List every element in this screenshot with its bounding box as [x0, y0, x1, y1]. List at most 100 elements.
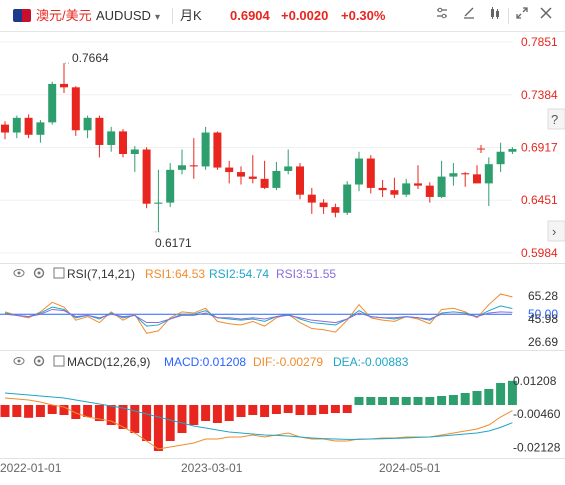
macd-bar — [83, 405, 93, 417]
svg-text:›: › — [552, 224, 556, 239]
macd-tick-label: -0.00460 — [513, 407, 561, 421]
candle-body — [473, 174, 481, 184]
macd-tick-label: -0.02128 — [513, 441, 561, 455]
candle-body — [189, 165, 198, 167]
candle-body — [95, 117, 104, 145]
macd-bar — [130, 405, 140, 433]
price-tick-label: 0.7384 — [521, 88, 558, 102]
macd-tick-label: 0.01208 — [513, 374, 557, 388]
eye-icon[interactable] — [13, 269, 25, 277]
candle-body — [343, 184, 352, 213]
macd-bar — [319, 405, 329, 414]
macd-bar — [47, 405, 57, 414]
macd-bar — [389, 397, 399, 405]
candle-body — [48, 83, 57, 123]
candle-body — [496, 151, 505, 165]
macd-bar — [24, 405, 34, 418]
macd-bar — [295, 405, 305, 415]
x-axis-label: 2022-01-01 — [0, 461, 62, 475]
chart-canvas: 65.2850.0045.9826.69 0.01208-0.00460-0.0… — [0, 35, 565, 475]
candle-body — [272, 170, 281, 188]
macd-bar — [236, 405, 246, 417]
settings-icon[interactable] — [33, 355, 45, 367]
grid-lines — [0, 41, 512, 254]
macd-bar — [437, 396, 447, 405]
settings-icon[interactable] — [33, 267, 45, 279]
macd-bar — [12, 405, 22, 417]
price-tick-label: 0.5984 — [521, 246, 558, 260]
macd-bar — [448, 395, 458, 405]
x-axis-label: 2023-03-01 — [181, 461, 243, 475]
macd-bar — [248, 405, 258, 415]
rsi-tick-label: 45.98 — [528, 312, 558, 326]
macd-bar — [378, 397, 388, 405]
rsi2-legend: RSI2:54.74 — [209, 267, 269, 281]
candle-body — [237, 172, 245, 177]
macd-bar — [342, 405, 352, 413]
rsi-header: RSI(7,14,21) RSI1:64.53 RSI2:54.74 RSI3:… — [13, 267, 336, 281]
candle-body — [71, 87, 80, 131]
macd-bar — [366, 397, 376, 405]
dif-line — [4, 397, 513, 450]
candle-body — [60, 83, 68, 88]
macd-bar — [401, 397, 411, 405]
candle-body — [166, 169, 175, 203]
candle-body — [437, 176, 446, 197]
macd-bar — [283, 405, 293, 413]
x-axis-label: 2024-05-01 — [379, 461, 441, 475]
rsi-tick-label: 65.28 — [528, 289, 558, 303]
candle-body — [83, 117, 92, 131]
candle-body — [248, 176, 257, 179]
macd-bar — [153, 405, 163, 451]
candle-body — [296, 166, 304, 195]
chart-help-icon[interactable]: ? — [547, 108, 565, 130]
candle-body — [402, 183, 411, 195]
indicator-toggle-icon[interactable] — [53, 267, 65, 279]
svg-text:?: ? — [551, 112, 558, 127]
candle-body — [178, 165, 186, 170]
macd-bar — [106, 405, 116, 425]
low-annotation: 0.6171 — [155, 236, 192, 250]
macd-header: MACD(12,26,9) MACD:0.01208 DIF:-0.00279 … — [13, 355, 409, 369]
macd-bar — [354, 397, 364, 405]
candle-body — [461, 173, 470, 175]
candle-body — [378, 187, 387, 191]
candle-body — [154, 202, 163, 204]
candle-body — [225, 167, 234, 173]
candle-body — [201, 132, 210, 167]
macd-bar — [201, 405, 211, 421]
candle-body — [130, 149, 139, 154]
macd-bar — [425, 397, 435, 405]
macd-legend: MACD:0.01208 — [164, 355, 246, 369]
macd-title: MACD(12,26,9) — [67, 355, 150, 369]
macd-bar — [35, 405, 45, 417]
candle-body — [508, 149, 517, 152]
macd-bar — [189, 405, 199, 425]
price-tick-label: 0.6451 — [521, 193, 558, 207]
macd-bar — [413, 397, 423, 405]
chart-next-icon[interactable]: › — [547, 220, 565, 242]
candle-body — [1, 124, 9, 133]
rsi3-legend: RSI3:51.55 — [276, 267, 336, 281]
candle-body — [425, 185, 434, 197]
rsi1-legend: RSI1:64.53 — [145, 267, 205, 281]
dif-legend: DIF:-0.00279 — [253, 355, 323, 369]
candle-body — [355, 158, 363, 185]
eye-icon[interactable] — [13, 357, 25, 365]
macd-bar — [472, 391, 482, 405]
macd-bar — [271, 405, 281, 414]
candle-body — [319, 202, 328, 208]
macd-bar — [212, 405, 222, 423]
rsi-line — [4, 293, 513, 334]
macd-bar — [307, 405, 317, 415]
macd-bar — [224, 405, 234, 421]
indicator-toggle-icon[interactable] — [53, 355, 65, 367]
candle-body — [449, 173, 458, 177]
macd-series: 0.01208 -0.00460 -0.02128 — [0, 374, 561, 455]
high-annotation: 0.7664 — [72, 51, 109, 65]
candle-body — [36, 122, 45, 135]
macd-bar — [484, 389, 494, 405]
candle-body — [12, 117, 21, 133]
candle-body — [414, 183, 422, 186]
candle-body — [484, 164, 493, 184]
